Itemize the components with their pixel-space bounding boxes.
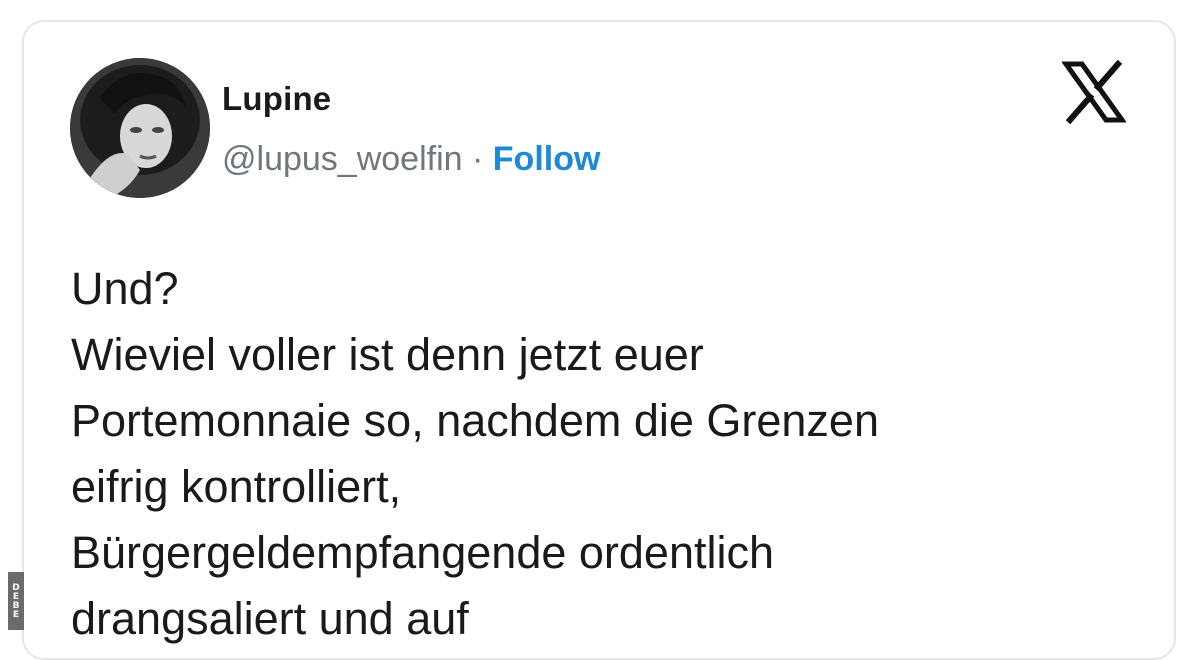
tweet-line: Portemonnaie so, nachdem die Grenzen	[71, 395, 879, 446]
tweet-line: Bürgergeldempfangende ordentlich	[71, 527, 774, 578]
tweet-body: Und? Wieviel voller ist denn jetzt euer …	[71, 256, 1151, 652]
tweet-line: eifrig kontrolliert,	[71, 461, 402, 512]
tweet-card: Lupine @lupus_woelfin · Follow Und? Wiev…	[22, 20, 1176, 660]
separator-dot: ·	[472, 140, 484, 178]
author-handle[interactable]: @lupus_woelfin	[222, 140, 463, 178]
tweet-line: drangsaliert und auf	[71, 593, 469, 644]
tweet-line: Wieviel voller ist denn jetzt euer	[71, 329, 704, 380]
watermark-label: DEBE	[8, 572, 24, 630]
follow-button[interactable]: Follow	[493, 140, 601, 178]
tweet-line: Und?	[71, 263, 179, 314]
author-avatar[interactable]	[70, 58, 210, 198]
profile-avatar-icon	[70, 58, 210, 198]
author-handle-line: @lupus_woelfin · Follow	[222, 140, 600, 179]
author-display-name[interactable]: Lupine	[222, 80, 331, 118]
x-logo-icon[interactable]	[1061, 59, 1127, 125]
